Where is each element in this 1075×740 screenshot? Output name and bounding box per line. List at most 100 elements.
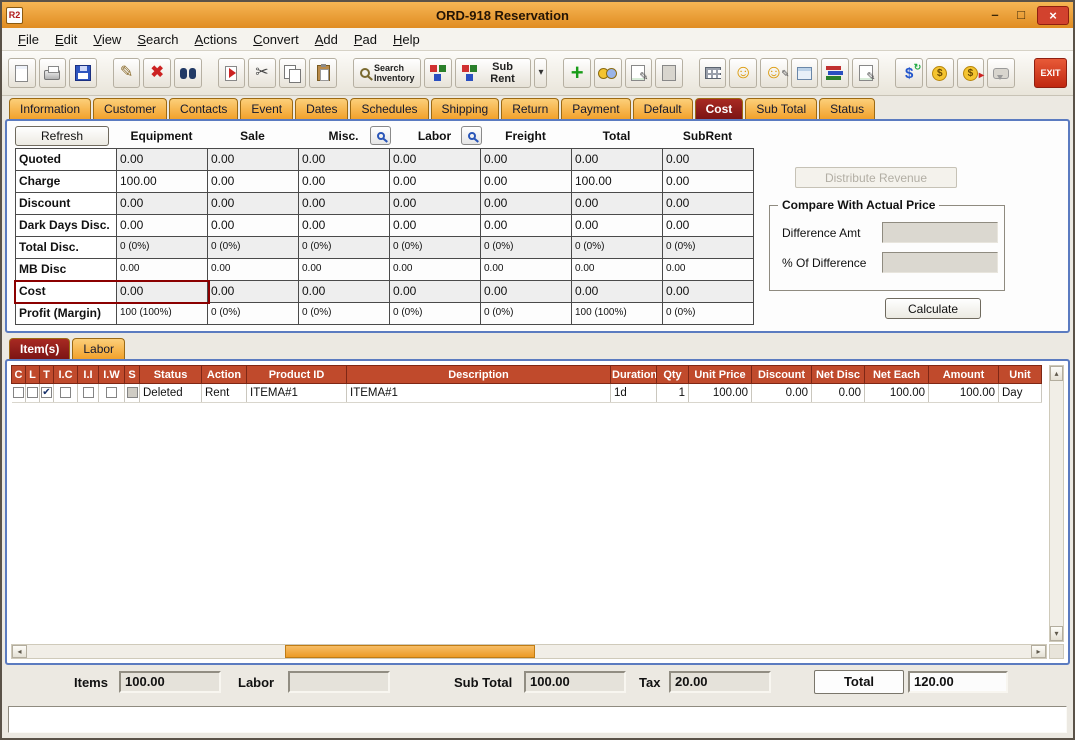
cost-cell-profit-margin-equipment[interactable]: 100 (100%) (117, 303, 208, 325)
cost-cell-dark-days-disc-freight[interactable]: 0.00 (481, 215, 572, 237)
checkbox-i-w[interactable] (106, 387, 117, 398)
tab-contacts[interactable]: Contacts (169, 98, 238, 119)
tab-event[interactable]: Event (240, 98, 293, 119)
items-cell-unit-price[interactable]: 100.00 (689, 384, 752, 403)
worksheet-button[interactable]: ✎ (852, 58, 880, 88)
items-col-i-i[interactable]: I.I (78, 366, 99, 384)
items-cell-amount[interactable]: 100.00 (929, 384, 999, 403)
items-col-status[interactable]: Status (140, 366, 202, 384)
cost-cell-total-disc-sale[interactable]: 0 (0%) (208, 237, 299, 259)
cost-cell-discount-freight[interactable]: 0.00 (481, 193, 572, 215)
cost-cell-dark-days-disc-labor[interactable]: 0.00 (390, 215, 481, 237)
items-col-amount[interactable]: Amount (929, 366, 999, 384)
export-button[interactable] (218, 58, 246, 88)
edit-note-button[interactable]: ✎ (625, 58, 653, 88)
cost-cell-discount-total[interactable]: 0.00 (572, 193, 663, 215)
cost-cell-cost-sale[interactable]: 0.00 (208, 281, 299, 303)
tab-cost[interactable]: Cost (695, 98, 744, 119)
contact-smiley-button[interactable]: ☺ (729, 58, 757, 88)
tax-input[interactable]: 20.00 (669, 671, 771, 693)
menu-help[interactable]: Help (385, 30, 428, 49)
checkbox-i-c[interactable] (60, 387, 71, 398)
vscroll-track[interactable] (1050, 381, 1063, 626)
tab-information[interactable]: Information (9, 98, 91, 119)
menu-convert[interactable]: Convert (245, 30, 307, 49)
cost-cell-profit-margin-freight[interactable]: 0 (0%) (481, 303, 572, 325)
items-total-input[interactable]: 100.00 (119, 671, 221, 693)
items-col-i-c[interactable]: I.C (54, 366, 78, 384)
cost-cell-mb-disc-total[interactable]: 0.00 (572, 259, 663, 281)
refresh-button[interactable]: Refresh (15, 126, 109, 146)
cost-cell-total-disc-equipment[interactable]: 0 (0%) (117, 237, 208, 259)
items-col-action[interactable]: Action (202, 366, 247, 384)
cost-cell-total-disc-subrent[interactable]: 0 (0%) (663, 237, 754, 259)
items-col-discount[interactable]: Discount (752, 366, 812, 384)
items-vscrollbar[interactable]: ▴ ▾ (1049, 365, 1064, 642)
items-cell-qty[interactable]: 1 (657, 384, 689, 403)
sub-rent-dropdown-button[interactable]: ▾ (534, 58, 547, 88)
items-tab-labor[interactable]: Labor (72, 338, 125, 359)
cost-cell-charge-misc[interactable]: 0.00 (299, 171, 390, 193)
grand-total-input[interactable]: 120.00 (908, 671, 1008, 693)
cost-cell-charge-labor[interactable]: 0.00 (390, 171, 481, 193)
items-cell-net-each[interactable]: 100.00 (865, 384, 929, 403)
subtotal-input[interactable]: 100.00 (524, 671, 626, 693)
cut-button[interactable]: ✂ (248, 58, 276, 88)
maximize-button[interactable]: □ (1008, 6, 1034, 25)
sub-rent-button[interactable]: Sub Rent (455, 58, 531, 88)
cost-cell-total-disc-labor[interactable]: 0 (0%) (390, 237, 481, 259)
cost-cell-profit-margin-subrent[interactable]: 0 (0%) (663, 303, 754, 325)
checkbox-c[interactable] (13, 387, 24, 398)
feedback-button[interactable]: ☺✎ (760, 58, 788, 88)
find-button[interactable] (174, 58, 202, 88)
items-col-product-id[interactable]: Product ID (247, 366, 347, 384)
labor-total-input[interactable] (288, 671, 390, 693)
misc-search-button[interactable] (370, 126, 391, 145)
delete-button[interactable]: ✖ (143, 58, 171, 88)
scroll-right-button[interactable]: ▸ (1031, 645, 1046, 658)
cost-cell-dark-days-disc-misc[interactable]: 0.00 (299, 215, 390, 237)
items-row[interactable]: ✔DeletedRentITEMA#1ITEMA#11d1100.000.000… (12, 384, 1042, 403)
menu-file[interactable]: File (10, 30, 47, 49)
calculate-button[interactable]: Calculate (885, 298, 981, 319)
items-col-c[interactable]: C (12, 366, 26, 384)
cost-cell-charge-freight[interactable]: 0.00 (481, 171, 572, 193)
cost-cell-dark-days-disc-equipment[interactable]: 0.00 (117, 215, 208, 237)
cost-cell-discount-subrent[interactable]: 0.00 (663, 193, 754, 215)
exit-button[interactable]: EXIT (1034, 58, 1067, 88)
checkbox-t[interactable]: ✔ (41, 387, 52, 398)
add-button[interactable]: + (563, 58, 591, 88)
cost-cell-dark-days-disc-sale[interactable]: 0.00 (208, 215, 299, 237)
hscroll-thumb[interactable] (285, 645, 535, 658)
payment-button[interactable]: $ (926, 58, 954, 88)
contacts-button[interactable] (594, 58, 622, 88)
cost-cell-quoted-subrent[interactable]: 0.00 (663, 149, 754, 171)
items-col-net-disc[interactable]: Net Disc (812, 366, 865, 384)
tab-payment[interactable]: Payment (561, 98, 630, 119)
items-cell-duration[interactable]: 1d (611, 384, 657, 403)
cost-cell-mb-disc-subrent[interactable]: 0.00 (663, 259, 754, 281)
items-col-s[interactable]: S (125, 366, 140, 384)
items-col-net-each[interactable]: Net Each (865, 366, 929, 384)
pct-difference-input[interactable] (882, 252, 998, 273)
cost-cell-cost-freight[interactable]: 0.00 (481, 281, 572, 303)
cost-cell-charge-subrent[interactable]: 0.00 (663, 171, 754, 193)
checkbox-l[interactable] (27, 387, 38, 398)
cost-cell-cost-equipment[interactable]: 0.00 (117, 281, 208, 303)
site-button[interactable] (699, 58, 727, 88)
cost-cell-profit-margin-labor[interactable]: 0 (0%) (390, 303, 481, 325)
cost-cell-discount-sale[interactable]: 0.00 (208, 193, 299, 215)
cost-cell-total-disc-misc[interactable]: 0 (0%) (299, 237, 390, 259)
app-icon[interactable]: R2 (6, 7, 23, 24)
tab-shipping[interactable]: Shipping (431, 98, 500, 119)
items-col-t[interactable]: T (40, 366, 54, 384)
items-cell-status[interactable]: Deleted (140, 384, 202, 403)
search-inventory-button[interactable]: SearchInventory (353, 58, 422, 88)
copy-button[interactable] (279, 58, 307, 88)
catalog-button[interactable] (821, 58, 849, 88)
money-out-button[interactable]: $▸ (957, 58, 985, 88)
cost-cell-mb-disc-freight[interactable]: 0.00 (481, 259, 572, 281)
cost-cell-mb-disc-equipment[interactable]: 0.00 (117, 259, 208, 281)
inventory-button[interactable] (424, 58, 452, 88)
items-col-i-w[interactable]: I.W (99, 366, 125, 384)
